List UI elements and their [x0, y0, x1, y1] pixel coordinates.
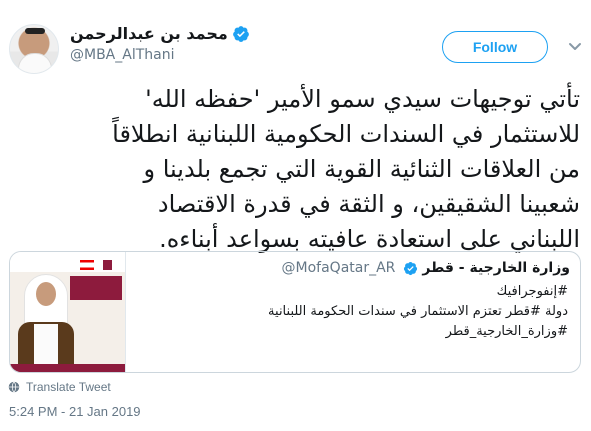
- avatar-ghutra: [18, 53, 52, 73]
- quoted-tweet-text: #إنفوجرافيك دولة #قطر تعتزم الاستثمار في…: [268, 282, 568, 342]
- tweet-text-line: تأتي توجيهات سيدي سمو الأمير 'حفظه الله': [145, 85, 580, 113]
- translate-tweet-label[interactable]: Translate Tweet: [26, 380, 111, 394]
- tweet-text-line: من العلاقات الثنائية القوية التي تجمع بل…: [143, 155, 580, 183]
- author-name-block[interactable]: محمد بن عبدالرحمن @MBA_AlThani: [70, 24, 250, 63]
- globe-icon: [8, 381, 20, 393]
- tweet-header: محمد بن عبدالرحمن @MBA_AlThani Follow: [9, 18, 584, 74]
- avatar-agal: [25, 28, 45, 34]
- author-avatar[interactable]: [9, 24, 59, 74]
- tweet-text-line: شعبينا الشقيقين، و الثقة في قدرة الاقتصا…: [157, 190, 580, 218]
- lebanon-flag-icon: [80, 260, 94, 270]
- follow-button[interactable]: Follow: [442, 31, 548, 63]
- translate-tweet-link[interactable]: Translate Tweet: [8, 380, 111, 394]
- image-face: [36, 282, 56, 306]
- author-name-text[interactable]: محمد بن عبدالرحمن: [70, 24, 228, 43]
- quoted-text-hashtag-line[interactable]: #وزارة_الخارجية_قطر: [268, 322, 568, 342]
- tweet-timestamp[interactable]: 5:24 PM - 21 Jan 2019: [9, 404, 141, 419]
- verified-badge-icon: [232, 25, 249, 42]
- quoted-tweet-header: وزارة الخارجية - قطر @MofaQatar_AR: [282, 260, 570, 276]
- author-handle[interactable]: @MBA_AlThani: [70, 47, 250, 63]
- qatar-flag-icon: [98, 260, 112, 270]
- quoted-text-line: دولة #قطر تعتزم الاستثمار في سندات الحكو…: [268, 304, 568, 319]
- tweet-text: تأتي توجيهات سيدي سمو الأمير 'حفظه الله'…: [8, 82, 580, 257]
- verified-badge-icon: [404, 261, 418, 275]
- image-title-box: [70, 276, 122, 300]
- quoted-tweet-card[interactable]: وزارة الخارجية - قطر @MofaQatar_AR #إنفو…: [9, 251, 581, 373]
- image-footer-bar: [10, 364, 125, 372]
- quoted-tweet-image[interactable]: [10, 252, 126, 372]
- tweet-text-line: للاستثمار في السندات الحكومية اللبنانية …: [112, 120, 580, 148]
- author-display-name[interactable]: محمد بن عبدالرحمن: [70, 24, 250, 43]
- chevron-down-icon[interactable]: [567, 38, 583, 54]
- quoted-text-hashtag-line[interactable]: #إنفوجرافيك: [268, 282, 568, 302]
- quoted-author-handle[interactable]: @MofaQatar_AR: [282, 260, 396, 276]
- quoted-author-name[interactable]: وزارة الخارجية - قطر: [422, 260, 570, 276]
